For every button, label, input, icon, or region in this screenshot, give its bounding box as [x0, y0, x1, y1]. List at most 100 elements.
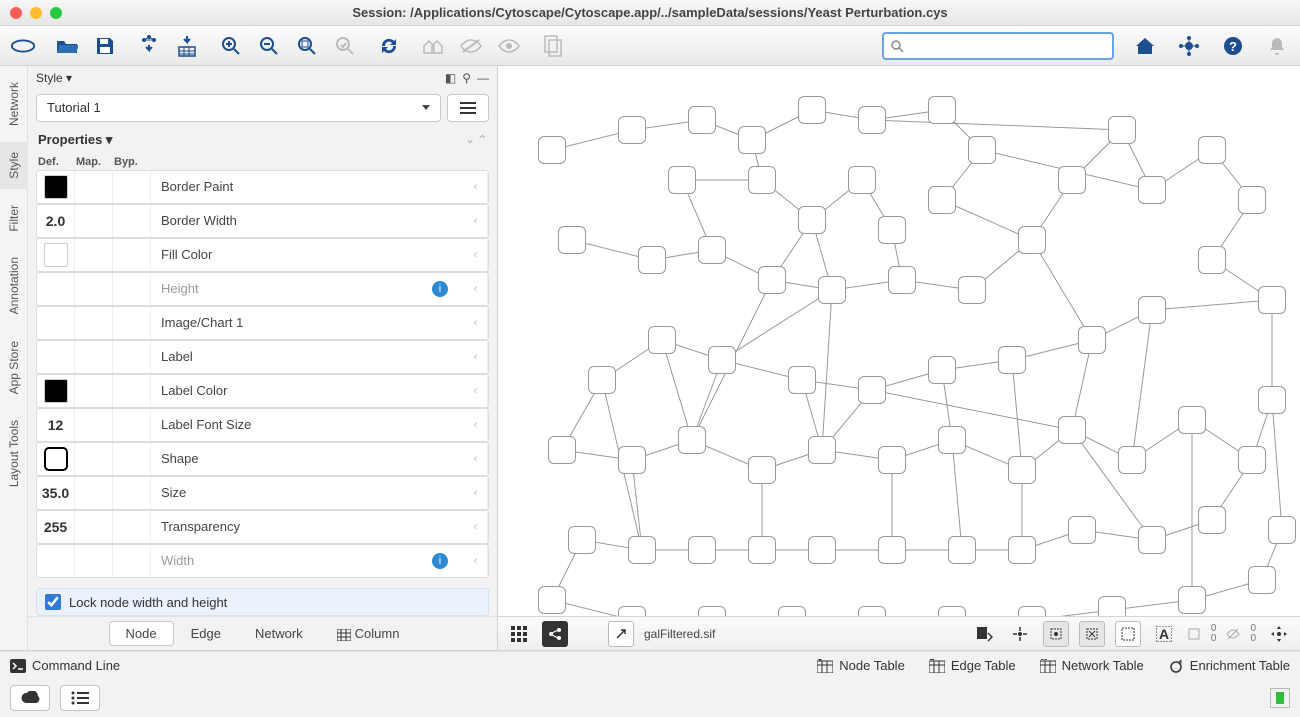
graph-node[interactable] — [538, 136, 566, 164]
grid-view-icon[interactable] — [506, 621, 532, 647]
style-menu-button[interactable] — [447, 94, 489, 122]
graph-node[interactable] — [1008, 536, 1036, 564]
value[interactable]: 2.0 — [46, 213, 65, 229]
minimize-panel-icon[interactable]: — — [477, 71, 489, 85]
logo-icon[interactable] — [10, 33, 36, 59]
refresh-icon[interactable] — [376, 33, 402, 59]
network-view[interactable] — [498, 66, 1300, 616]
graph-node[interactable] — [858, 376, 886, 404]
shape-swatch[interactable] — [44, 447, 68, 471]
rail-tab-filter[interactable]: Filter — [0, 195, 28, 242]
info-icon[interactable]: i — [432, 553, 448, 569]
prop-row-label-color[interactable]: Label Color‹ — [36, 374, 489, 408]
expand-icon[interactable]: ‹ — [464, 205, 488, 237]
swatch[interactable] — [44, 175, 68, 199]
command-line-button[interactable]: Command Line — [10, 658, 120, 673]
graph-node[interactable] — [1198, 506, 1226, 534]
graph-node[interactable] — [748, 166, 776, 194]
memory-indicator[interactable] — [1270, 688, 1290, 708]
swatch[interactable] — [44, 379, 68, 403]
graph-node[interactable] — [938, 426, 966, 454]
graph-node[interactable] — [878, 536, 906, 564]
graph-node[interactable] — [568, 526, 596, 554]
prop-row-width[interactable]: Widthi‹ — [36, 544, 489, 578]
prop-row-transparency[interactable]: 255Transparency‹ — [36, 510, 489, 544]
status-node-table[interactable]: Node Table — [817, 658, 905, 673]
export-image-icon[interactable] — [971, 621, 997, 647]
graph-node[interactable] — [858, 106, 886, 134]
graph-node[interactable] — [588, 366, 616, 394]
graph-node[interactable] — [818, 276, 846, 304]
rail-tab-layout-tools[interactable]: Layout Tools — [0, 410, 28, 497]
style-tab-edge[interactable]: Edge — [174, 621, 238, 646]
info-icon[interactable]: i — [432, 281, 448, 297]
lock-row[interactable]: Lock node width and height — [36, 588, 489, 616]
graph-node[interactable] — [618, 446, 646, 474]
status-enrichment-table[interactable]: Enrichment Table — [1168, 658, 1290, 673]
graph-node[interactable] — [648, 326, 676, 354]
graph-node[interactable] — [1178, 586, 1206, 614]
recenter-icon[interactable] — [1266, 621, 1292, 647]
graph-node[interactable] — [668, 166, 696, 194]
web-icon[interactable] — [1176, 33, 1202, 59]
style-dropdown[interactable]: Tutorial 1 — [36, 94, 441, 122]
prop-row-shape[interactable]: Shape‹ — [36, 442, 489, 476]
graph-node[interactable] — [808, 436, 836, 464]
list-button[interactable] — [60, 685, 100, 711]
popout-icon[interactable] — [608, 621, 634, 647]
graph-node[interactable] — [1138, 526, 1166, 554]
import-network-icon[interactable] — [136, 33, 162, 59]
graph-node[interactable] — [1008, 456, 1036, 484]
style-tab-network[interactable]: Network — [238, 621, 320, 646]
graph-node[interactable] — [1258, 286, 1286, 314]
graph-node[interactable] — [548, 436, 576, 464]
expand-icon[interactable]: ‹ — [464, 239, 488, 271]
help-icon[interactable]: ? — [1220, 33, 1246, 59]
graph-node[interactable] — [708, 346, 736, 374]
graph-node[interactable] — [1098, 596, 1126, 616]
value[interactable]: 255 — [44, 519, 67, 535]
graph-node[interactable] — [1108, 116, 1136, 144]
graph-node[interactable] — [948, 536, 976, 564]
graph-node[interactable] — [798, 206, 826, 234]
open-icon[interactable] — [54, 33, 80, 59]
expand-icon[interactable]: ‹ — [464, 443, 488, 475]
graph-node[interactable] — [1058, 416, 1086, 444]
graph-node[interactable] — [1178, 406, 1206, 434]
import-table-icon[interactable] — [174, 33, 200, 59]
graph-node[interactable] — [848, 166, 876, 194]
status-edge-table[interactable]: Edge Table — [929, 658, 1016, 673]
prop-row-image-chart-1[interactable]: Image/Chart 1‹ — [36, 306, 489, 340]
graph-node[interactable] — [1268, 516, 1296, 544]
expand-icon[interactable]: ‹ — [464, 477, 488, 509]
graph-node[interactable] — [1058, 166, 1086, 194]
lock-checkbox[interactable] — [45, 594, 61, 610]
graph-node[interactable] — [1018, 606, 1046, 616]
zoom-fit-icon[interactable] — [294, 33, 320, 59]
prop-row-border-paint[interactable]: Border Paint‹ — [36, 170, 489, 204]
graph-node[interactable] — [998, 346, 1026, 374]
prop-row-fill-color[interactable]: Fill Color‹ — [36, 238, 489, 272]
graph-node[interactable] — [758, 266, 786, 294]
zoom-in-icon[interactable] — [218, 33, 244, 59]
graph-node[interactable] — [1138, 296, 1166, 324]
graph-node[interactable] — [878, 216, 906, 244]
expand-icon[interactable]: ‹ — [464, 375, 488, 407]
expand-icon[interactable]: ‹ — [464, 273, 488, 305]
graph-node[interactable] — [748, 456, 776, 484]
graph-node[interactable] — [938, 606, 966, 616]
graph-node[interactable] — [638, 246, 666, 274]
rail-tab-style[interactable]: Style — [0, 142, 28, 189]
rail-tab-network[interactable]: Network — [0, 72, 28, 136]
graph-node[interactable] — [698, 606, 726, 616]
zoom-out-icon[interactable] — [256, 33, 282, 59]
expand-icon[interactable]: ‹ — [464, 511, 488, 543]
pin-icon[interactable]: ⚲ — [462, 71, 471, 85]
graph-node[interactable] — [878, 446, 906, 474]
home-button-icon[interactable] — [1132, 33, 1158, 59]
expand-icon[interactable]: ‹ — [464, 307, 488, 339]
graph-node[interactable] — [928, 96, 956, 124]
graph-node[interactable] — [748, 536, 776, 564]
graph-node[interactable] — [738, 126, 766, 154]
prop-row-size[interactable]: 35.0Size‹ — [36, 476, 489, 510]
